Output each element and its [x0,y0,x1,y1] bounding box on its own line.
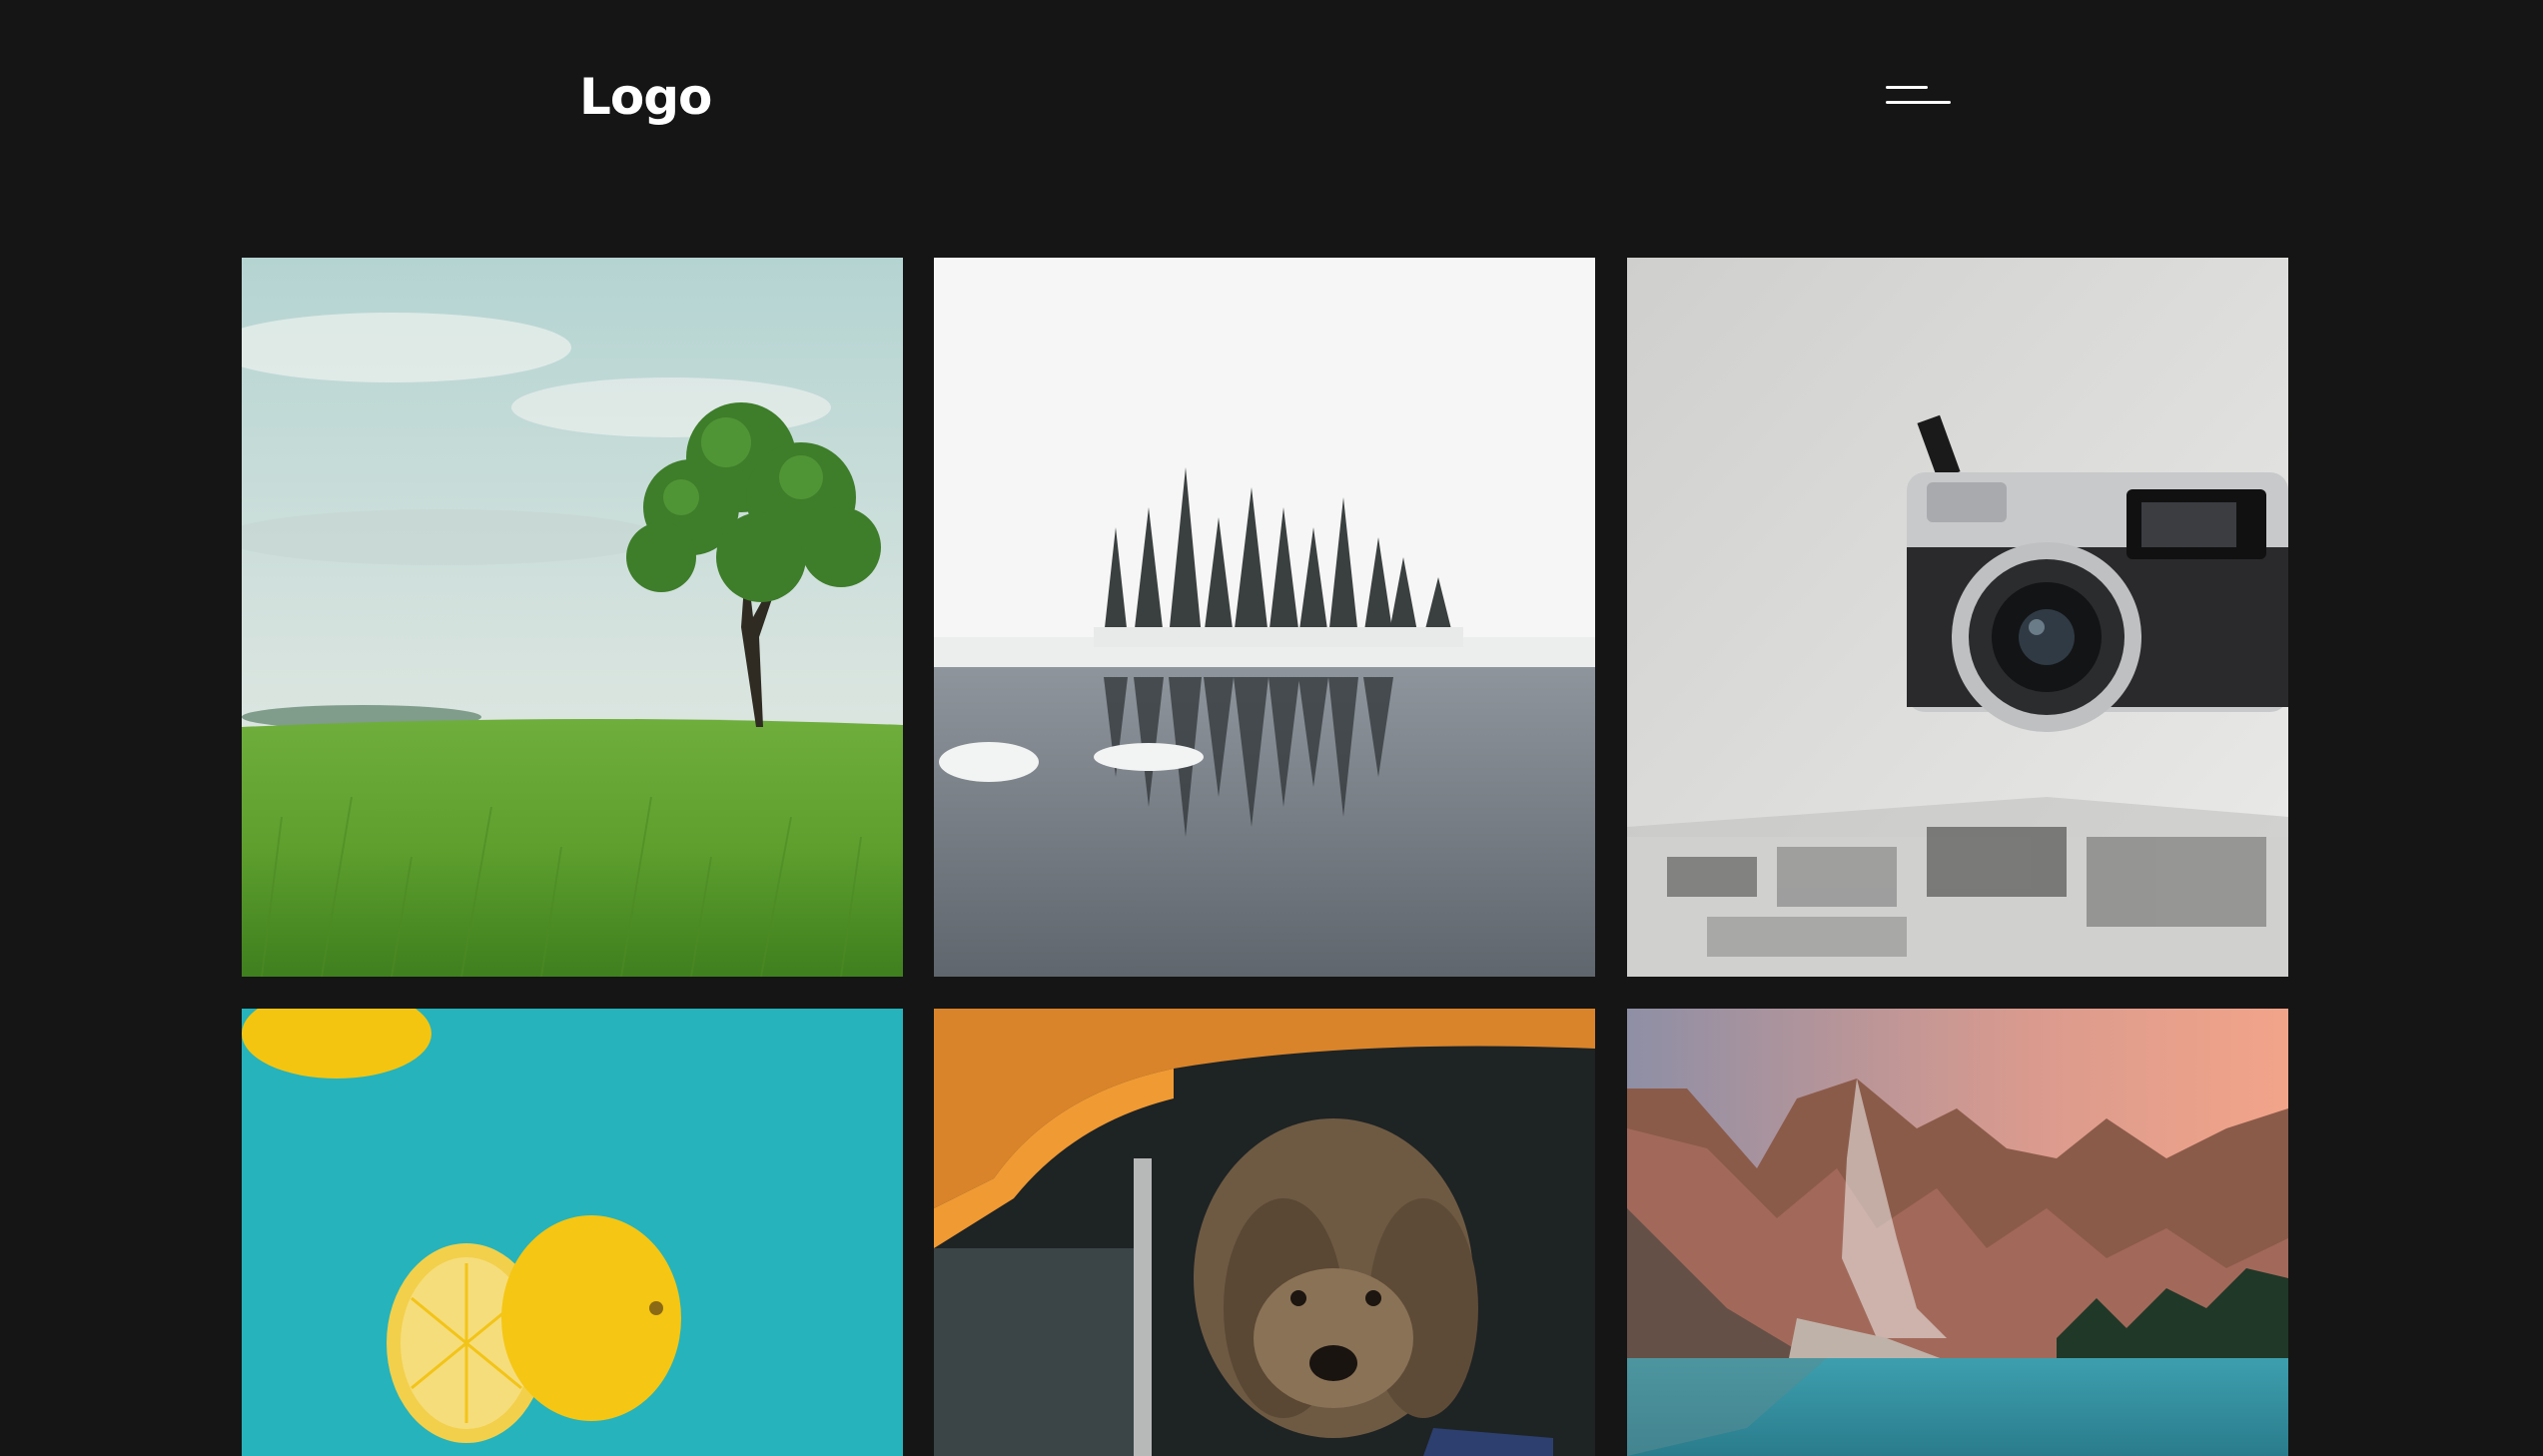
mountain-lake-image [1627,1009,2288,1456]
dog-car-image [934,1009,1595,1456]
snowy-lake-image [934,258,1595,977]
gallery-item-tree-field[interactable] [242,258,903,977]
gallery-item-lemons[interactable] [242,1009,903,1456]
gallery-item-snowy-lake[interactable] [934,258,1595,977]
logo[interactable]: Logo [579,62,712,132]
camera-image [1627,258,2288,977]
lemons-image [242,1009,903,1456]
gallery-item-dog-car[interactable] [934,1009,1595,1456]
gallery-item-mountain-lake[interactable] [1627,1009,2288,1456]
gallery-item-camera[interactable] [1627,258,2288,977]
menu-button[interactable] [1878,80,1958,120]
tree-field-image [242,258,903,977]
